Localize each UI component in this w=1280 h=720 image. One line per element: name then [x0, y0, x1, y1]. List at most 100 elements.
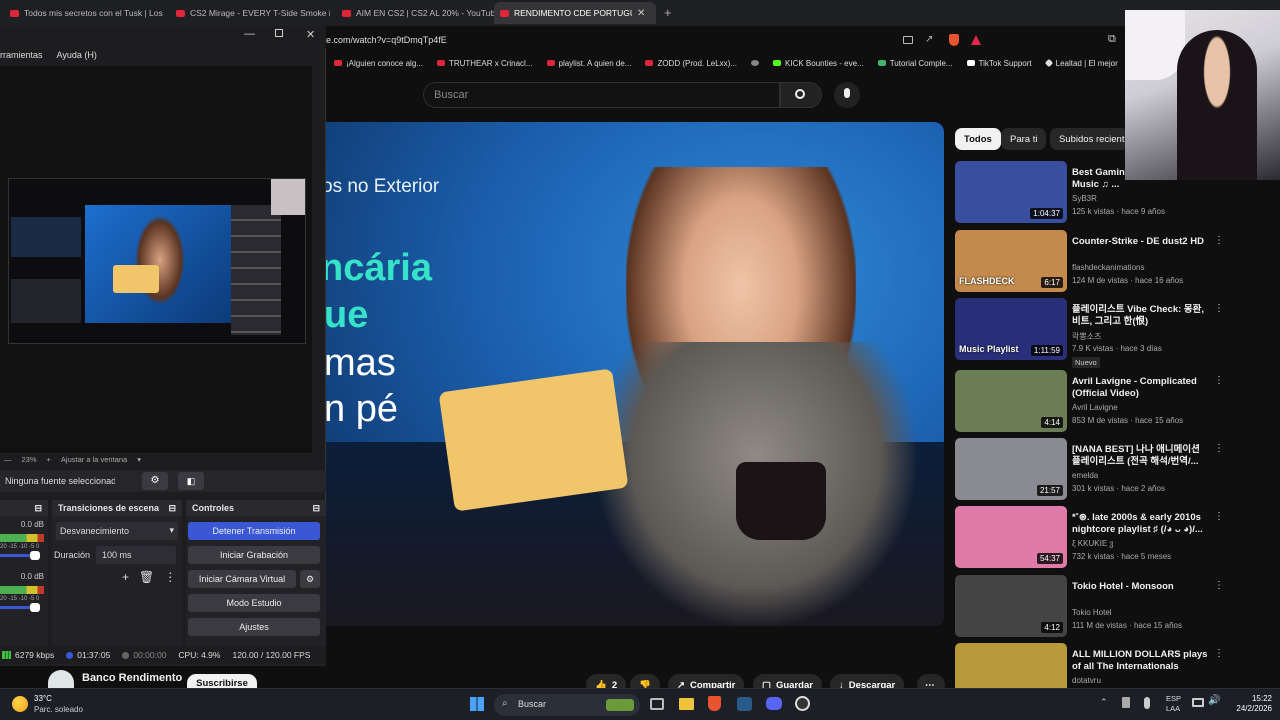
- clock-time[interactable]: 15:22: [1222, 694, 1272, 703]
- dock-menu-icon[interactable]: ⊟: [312, 503, 320, 514]
- file-explorer-icon[interactable]: [679, 698, 694, 710]
- dock-menu-icon[interactable]: ⊟: [34, 503, 42, 514]
- obs-icon[interactable]: [795, 696, 810, 711]
- more-icon[interactable]: ⋮: [1214, 304, 1224, 314]
- slider-handle[interactable]: [30, 603, 40, 612]
- video-title[interactable]: [NANA BEST] 나나 애니메이션 플레이리스트 (전곡 해석/번역/..…: [1072, 444, 1210, 468]
- video-thumbnail[interactable]: 21:57: [955, 438, 1067, 500]
- more-icon[interactable]: ⋮: [1214, 236, 1224, 246]
- obs-preview[interactable]: [0, 66, 312, 453]
- video-title[interactable]: ALL MILLION DOLLARS plays of all The Int…: [1072, 649, 1210, 673]
- video-thumbnail[interactable]: 54:37: [955, 506, 1067, 568]
- studio-mode-button[interactable]: Modo Estudio: [188, 594, 320, 612]
- maximize-icon[interactable]: [275, 29, 283, 37]
- video-thumbnail[interactable]: 1:04:37: [955, 161, 1067, 223]
- menu-tools[interactable]: rramientas: [0, 50, 43, 60]
- channel-name[interactable]: 락뽕소즈: [1072, 331, 1101, 342]
- chip-all[interactable]: Todos: [955, 128, 1001, 150]
- share-icon[interactable]: ↗: [925, 34, 933, 45]
- channel-name[interactable]: emelda: [1072, 471, 1098, 480]
- windows-start-icon[interactable]: [470, 697, 484, 711]
- channel-name[interactable]: Avril Lavigne: [1072, 403, 1118, 412]
- volume-slider[interactable]: [0, 603, 40, 612]
- browser-tab[interactable]: AIM EN CS2 | CS2 AL 20% - YouTube: [336, 2, 496, 24]
- chevron-up-icon[interactable]: ⌃: [1100, 697, 1108, 708]
- more-icon[interactable]: ⋮: [1214, 581, 1224, 591]
- gear-icon[interactable]: ⚙: [142, 472, 168, 490]
- dock-menu-icon[interactable]: ⊟: [168, 503, 176, 514]
- zoom-in-icon[interactable]: +: [47, 455, 51, 464]
- menu-help[interactable]: Ayuda (H): [57, 50, 97, 60]
- video-thumbnail[interactable]: 4:14: [955, 370, 1067, 432]
- fit-window-button[interactable]: Ajustar a la ventana: [61, 455, 127, 464]
- more-icon[interactable]: ⋮: [1214, 376, 1224, 386]
- channel-name[interactable]: flashdeckanimations: [1072, 263, 1144, 272]
- channel-name[interactable]: dotatvru: [1072, 676, 1101, 685]
- discord-icon[interactable]: [766, 697, 782, 710]
- search-button[interactable]: [780, 82, 822, 108]
- network-icon[interactable]: [1192, 698, 1204, 707]
- close-tab-icon[interactable]: ✕: [637, 8, 645, 19]
- video-thumbnail[interactable]: Music Playlist 1:11:59: [955, 298, 1067, 360]
- chip-recent[interactable]: Subidos recientes: [1050, 128, 1128, 150]
- search-input[interactable]: Buscar: [423, 82, 780, 108]
- clock-date[interactable]: 24/2/2026: [1222, 704, 1272, 713]
- stop-stream-button[interactable]: Detener Transmisión: [188, 522, 320, 540]
- more-icon[interactable]: ⋮: [1214, 444, 1224, 454]
- mic-button[interactable]: [834, 82, 860, 108]
- settings-button[interactable]: Ajustes: [188, 618, 320, 636]
- video-title[interactable]: Avril Lavigne - Complicated (Official Vi…: [1072, 376, 1210, 400]
- bookmark[interactable]: Lealtad | El mejor: [1044, 59, 1118, 68]
- slider-handle[interactable]: [30, 551, 40, 560]
- filter-icon[interactable]: ◧: [178, 472, 204, 490]
- browser-tab[interactable]: CS2 Mirage - EVERY T-Side Smoke in: [170, 2, 330, 24]
- volume-icon[interactable]: 🔊: [1208, 695, 1220, 706]
- bookmark[interactable]: Tutorial Comple...: [877, 59, 953, 68]
- taskbar-search[interactable]: ⌕ Buscar: [494, 694, 640, 716]
- new-tab-icon[interactable]: +: [664, 5, 672, 20]
- extensions-icon[interactable]: ⧉: [1108, 33, 1116, 46]
- more-icon[interactable]: ⋮: [1214, 512, 1224, 522]
- video-title[interactable]: Tokio Hotel - Monsoon: [1072, 581, 1210, 593]
- bookmark[interactable]: KICK Bounties - eve...: [773, 59, 864, 68]
- bookmark[interactable]: TRUTHEAR x Crinacl...: [436, 59, 533, 68]
- minimize-icon[interactable]: —: [244, 28, 255, 40]
- brave-rewards-icon[interactable]: [971, 35, 981, 45]
- bookmark[interactable]: playlist. A quien de...: [546, 59, 631, 68]
- start-virtual-cam-button[interactable]: Iniciar Cámara Virtual: [188, 570, 296, 588]
- chevron-down-icon[interactable]: ▾: [137, 455, 141, 464]
- video-title[interactable]: Counter-Strike - DE dust2 HD: [1072, 236, 1210, 248]
- video-thumbnail[interactable]: 4:12: [955, 575, 1067, 637]
- zoom-out-icon[interactable]: —: [4, 455, 12, 464]
- channel-name[interactable]: Banco Rendimento: [82, 672, 182, 684]
- browser-tab[interactable]: Todos mis secretos con el Tusk | Los: [4, 2, 164, 24]
- channel-avatar[interactable]: [48, 670, 74, 688]
- video-title[interactable]: 플레이리스트 Vibe Check: 몽환, 비트, 그리고 한(恨): [1072, 304, 1210, 328]
- weather-icon[interactable]: [12, 696, 28, 712]
- address-bar[interactable]: e.com/watch?v=q9tDmqTp4fE ↗ ⧉: [326, 28, 1126, 54]
- start-recording-button[interactable]: Iniciar Grabación: [188, 546, 320, 564]
- trash-icon[interactable]: 🗑: [139, 570, 154, 584]
- language-indicator[interactable]: LAA: [1166, 704, 1180, 713]
- chip-for-you[interactable]: Para ti: [1001, 128, 1047, 150]
- duration-input[interactable]: 100 ms: [96, 546, 176, 564]
- bookmark[interactable]: [751, 60, 760, 66]
- task-view-icon[interactable]: [650, 698, 664, 710]
- brave-shield-icon[interactable]: [949, 34, 959, 46]
- transition-select[interactable]: Desvanecimiento ▾: [56, 522, 178, 540]
- app-tray-icon[interactable]: [1122, 697, 1130, 708]
- video-player[interactable]: os no Exterior ncária ue mas n pé: [326, 122, 944, 626]
- microphone-icon[interactable]: [1144, 697, 1150, 709]
- more-icon[interactable]: ⋮: [164, 570, 176, 584]
- weather-temp[interactable]: 33°C: [34, 694, 52, 703]
- volume-slider[interactable]: [0, 551, 40, 560]
- bookmark[interactable]: ¡Alguien conoce alg...: [334, 59, 423, 68]
- channel-name[interactable]: Tokio Hotel: [1072, 608, 1112, 617]
- url-text[interactable]: e.com/watch?v=q9tDmqTp4fE: [326, 35, 447, 45]
- browser-tab-active[interactable]: RENDIMENTO CDE PORTUGUES✕: [494, 2, 656, 24]
- close-icon[interactable]: ✕: [306, 28, 315, 41]
- bookmark[interactable]: TikTok Support: [966, 59, 1032, 68]
- steam-icon[interactable]: [737, 697, 752, 711]
- cast-icon[interactable]: [903, 36, 913, 44]
- video-thumbnail[interactable]: FLASHDECK 6:17: [955, 230, 1067, 292]
